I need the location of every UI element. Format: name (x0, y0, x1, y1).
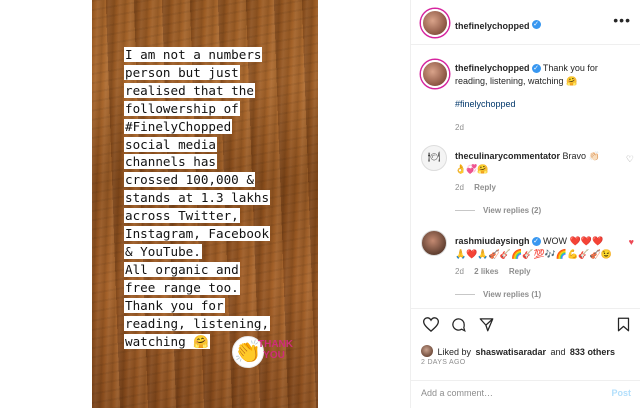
view-replies-button[interactable]: View replies (2) (455, 206, 541, 215)
story-line: crossed 100,000 & (124, 172, 255, 188)
comment-likes[interactable]: 2 likes (474, 267, 498, 276)
avatar[interactable] (421, 60, 449, 88)
story-line: Instagram, Facebook (124, 226, 271, 242)
liked-by-row: Liked by shaswatisaradar and 833 others (421, 342, 635, 360)
caption-time: 2d (455, 123, 464, 132)
comment-body: theculinarycommentator Bravo 👏🏻 👌💞🤗 (455, 150, 615, 176)
view-replies-label: View replies (2) (483, 206, 542, 215)
post-side-panel: thefinelychopped ✓ ••• thefinelychopped ✓ … (410, 0, 640, 408)
view-replies-label: View replies (1) (483, 290, 542, 299)
comment-icon[interactable] (451, 317, 466, 332)
story-line: followership of (124, 100, 240, 116)
sticker-text: THANK YOU (258, 339, 293, 361)
like-comment-heart-icon[interactable]: ♡ (626, 154, 634, 165)
caption-username[interactable]: thefinelychopped (455, 63, 530, 73)
story-line: channels has (124, 154, 217, 170)
left-margin (0, 0, 92, 408)
heart-icon[interactable] (423, 317, 439, 332)
avatar[interactable] (421, 230, 447, 256)
comment-time: 2d (455, 267, 464, 276)
comment-meta: 2d 2 likes Reply (455, 267, 531, 276)
story-line: & YouTube. (124, 243, 202, 259)
comment-text-2: 👌💞🤗 (455, 164, 489, 174)
share-icon[interactable] (479, 317, 494, 332)
liked-by-avatar[interactable] (421, 344, 433, 357)
story-line: I am not a numbers (124, 47, 263, 62)
replies-divider (455, 210, 475, 212)
bookmark-icon[interactable] (617, 317, 630, 332)
header-username[interactable]: thefinelychopped (455, 21, 530, 31)
verified-badge-icon: ✓ (531, 237, 541, 247)
add-comment-bar: Add a comment… Post (411, 380, 640, 409)
avatar[interactable] (421, 9, 449, 37)
story-line: stands at 1.3 lakhs (124, 190, 271, 206)
liked-count[interactable]: 833 others (570, 347, 615, 357)
verified-badge-icon: ✓ (531, 64, 541, 74)
more-options-icon[interactable]: ••• (613, 12, 631, 28)
view-replies-button[interactable]: View replies (1) (455, 290, 541, 299)
story-line: All organic and (124, 261, 240, 277)
post-button[interactable]: Post (611, 388, 631, 398)
post-header: thefinelychopped ✓ ••• (411, 0, 640, 45)
liked-by-and: and (550, 347, 566, 357)
caption-hashtag[interactable]: #finelychopped (455, 99, 516, 109)
story-line: watching 🤗 (124, 333, 210, 349)
story-line: social media (124, 136, 217, 152)
thank-you-sticker: 👏 THANK YOU (232, 336, 296, 370)
caption-body: thefinelychopped ✓ Thank you for reading,… (455, 62, 631, 88)
comment-meta: 2d Reply (455, 183, 496, 192)
comment-text: Bravo 👏🏻 (562, 151, 600, 161)
post-date[interactable]: 2 DAYS AGO (421, 359, 466, 366)
comment-username[interactable]: theculinarycommentator (455, 151, 560, 161)
comment-username[interactable]: rashmiudaysingh (455, 236, 530, 246)
comment-text: WOW ❤️❤️❤️ (543, 236, 604, 246)
comment-text-2: 🙏❤️🙏🎻🎸🌈🎸💯🎶🌈💪🎸🎻😉 (455, 249, 612, 259)
comment-time: 2d (455, 183, 464, 192)
liked-comment-heart-icon[interactable]: ♥ (629, 237, 634, 247)
story-line: realised that the (124, 82, 255, 98)
story-line: person but just (124, 64, 240, 80)
replies-divider (455, 294, 475, 296)
verified-badge-icon: ✓ (531, 20, 541, 30)
comment-body: rashmiudaysingh ✓ WOW ❤️❤️❤️ 🙏❤️🙏🎻🎸🌈🎸💯🎶🌈💪… (455, 235, 625, 261)
liked-by-prefix: Liked by (437, 347, 471, 357)
story-line: free range too. (124, 279, 240, 295)
reply-button[interactable]: Reply (474, 183, 496, 192)
story-line: reading, listening, (124, 315, 271, 331)
right-margin (318, 0, 410, 408)
avatar[interactable]: 🍽 (421, 145, 447, 171)
reply-button[interactable]: Reply (509, 267, 531, 276)
story-line: Thank you for (124, 297, 225, 313)
post-actions: Liked by shaswatisaradar and 833 others … (411, 308, 640, 389)
story-text-block: I am not a numbers person but just reali… (124, 46, 310, 350)
liked-by-user[interactable]: shaswatisaradar (475, 347, 546, 357)
header-user: thefinelychopped ✓ (455, 16, 541, 34)
story-line: across Twitter, (124, 208, 240, 224)
story-line: #FinelyChopped (124, 118, 233, 134)
comment-input[interactable]: Add a comment… (421, 388, 493, 398)
